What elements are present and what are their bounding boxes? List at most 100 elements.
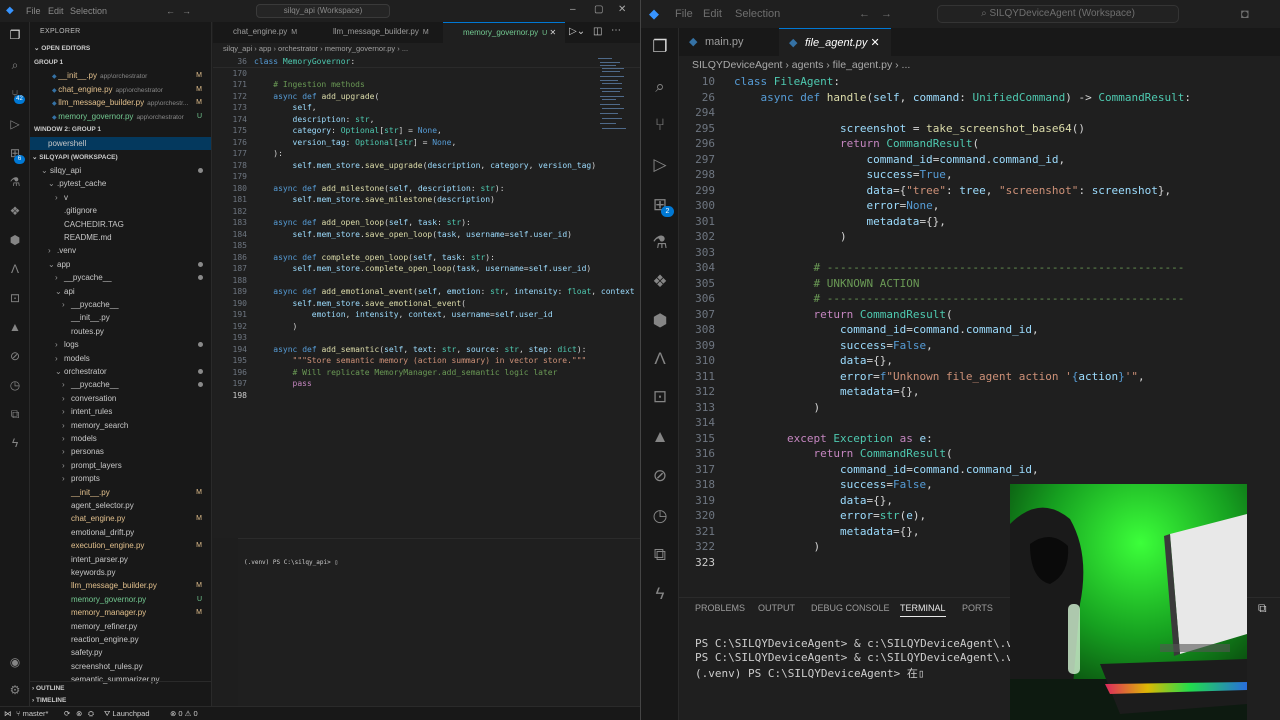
powershell-item[interactable]: powershell (30, 137, 211, 150)
tree-item[interactable]: .gitignore (30, 204, 211, 217)
left-terminal[interactable]: (.venv) PS C:\silqy_api> ▯ (238, 538, 640, 706)
account-icon[interactable]: ◉ (7, 654, 23, 670)
tree-item[interactable]: agent_selector.py (30, 499, 211, 512)
outline-header[interactable]: › OUTLINE (30, 681, 211, 694)
panel-tab-debug-console[interactable]: DEBUG CONSOLE (811, 603, 890, 613)
tab-main[interactable]: ◆ main.py (679, 28, 779, 56)
tree-item[interactable]: screenshot_rules.py (30, 660, 211, 673)
breadcrumb[interactable]: SILQYDeviceAgent › agents › file_agent.p… (692, 59, 910, 71)
nav-back-icon[interactable]: ← (166, 6, 175, 16)
docker-icon[interactable]: ▲ (649, 426, 671, 448)
tree-item[interactable]: safety.py (30, 646, 211, 659)
tab-chat-engine[interactable]: chat_engine.py M (213, 22, 321, 43)
open-editor-item[interactable]: ◆ llm_message_builder.py app\orchestr... M (30, 96, 211, 109)
menu-file[interactable]: File (26, 6, 41, 16)
docker-icon[interactable]: ▲ (7, 319, 23, 335)
remote-explorer-icon[interactable]: ⊡ (649, 386, 671, 408)
azure-icon[interactable]: Λ (649, 348, 671, 370)
testing-icon[interactable]: ⚗ (7, 174, 23, 190)
lightning-icon[interactable]: ϟ (649, 583, 671, 605)
tree-item[interactable]: › logs (30, 338, 211, 351)
nav-back-icon[interactable]: ← (859, 8, 870, 20)
python-icon[interactable]: ❖ (649, 271, 671, 293)
tree-item[interactable]: memory_manager.py M (30, 606, 211, 619)
tree-item[interactable]: › __pycache__ (30, 378, 211, 391)
branch-status[interactable]: ⑂ master* (16, 707, 48, 720)
publish-icon[interactable]: ⊗ (76, 707, 82, 720)
tree-item[interactable]: › personas (30, 445, 211, 458)
tree-item[interactable]: keywords.py (30, 566, 211, 579)
problems-status[interactable]: ⊗ 0 ⚠ 0 (170, 707, 198, 720)
tree-item[interactable]: › __pycache__ (30, 298, 211, 311)
minimize-icon[interactable]: – (570, 4, 576, 15)
tree-item[interactable]: routes.py (30, 325, 211, 338)
debug-icon[interactable]: ⛭ (88, 707, 94, 720)
split-editor-icon[interactable]: ◫ (593, 26, 602, 37)
tree-item[interactable]: README.md (30, 231, 211, 244)
tree-item[interactable]: reaction_engine.py (30, 633, 211, 646)
tree-item[interactable]: › v (30, 191, 211, 204)
remote-explorer-icon[interactable]: ⊡ (7, 290, 23, 306)
tree-item[interactable]: CACHEDIR.TAG (30, 218, 211, 231)
tree-item[interactable]: › __pycache__ (30, 271, 211, 284)
menu-file[interactable]: File (675, 8, 693, 20)
tree-item[interactable]: intent_parser.py (30, 553, 211, 566)
tree-item[interactable]: › intent_rules (30, 405, 211, 418)
python-icon[interactable]: ❖ (7, 203, 23, 219)
panel-tab-problems[interactable]: PROBLEMS (695, 603, 745, 613)
nav-forward-icon[interactable]: → (182, 6, 191, 16)
timer-icon[interactable]: ◷ (7, 377, 23, 393)
tree-item[interactable]: ⌄ api (30, 285, 211, 298)
search-icon[interactable]: ⌕ (649, 76, 671, 98)
azure-icon[interactable]: Λ (7, 261, 23, 277)
git-graph-icon[interactable]: ⊘ (649, 465, 671, 487)
panel-maximize-icon[interactable]: ⧉ (1258, 601, 1267, 616)
run-debug-icon[interactable]: ▷ (649, 154, 671, 176)
menu-selection[interactable]: Selection (70, 6, 107, 16)
tree-item[interactable]: emotional_drift.py (30, 526, 211, 539)
tree-item[interactable]: __init__.py (30, 311, 211, 324)
more-actions-icon[interactable]: ⋯ (611, 25, 621, 36)
share-icon[interactable]: ⧉ (7, 406, 23, 422)
tab-memory-governor[interactable]: memory_governor.py U ✕ (443, 22, 565, 43)
tree-item[interactable]: execution_engine.py M (30, 539, 211, 552)
open-editor-item[interactable]: ◆ __init__.py app\orchestrator M (30, 69, 211, 82)
tree-item[interactable]: › .venv (30, 244, 211, 257)
window-title[interactable]: ⌕ SILQYDeviceAgent (Workspace) (937, 5, 1179, 23)
open-editor-item[interactable]: ◆ chat_engine.py app\orchestrator M (30, 83, 211, 96)
tree-item[interactable]: › models (30, 432, 211, 445)
tree-item[interactable]: chat_engine.py M (30, 512, 211, 525)
tree-item[interactable]: ⌄ orchestrator (30, 365, 211, 378)
maximize-icon[interactable]: ▢ (594, 4, 603, 15)
container-icon[interactable]: ⬢ (649, 310, 671, 332)
tab-close-icon[interactable]: ✕ (549, 28, 556, 37)
lightning-icon[interactable]: ϟ (7, 435, 23, 451)
tab-file-agent[interactable]: ◆ file_agent.py ✕ (779, 28, 891, 56)
run-debug-icon[interactable]: ▷ (7, 116, 23, 132)
explorer-icon[interactable]: ❐ (649, 36, 671, 58)
menu-edit[interactable]: Edit (48, 6, 64, 16)
run-icon[interactable]: ▷⌄ (569, 26, 585, 37)
copilot-icon[interactable]: ◘ (1241, 6, 1249, 21)
tree-item[interactable]: llm_message_builder.py M (30, 579, 211, 592)
sync-icon[interactable]: ⟳ (64, 707, 70, 720)
menu-selection[interactable]: Selection (735, 8, 780, 20)
tree-item[interactable]: __init__.py M (30, 486, 211, 499)
testing-icon[interactable]: ⚗ (649, 232, 671, 254)
git-graph-icon[interactable]: ⊘ (7, 348, 23, 364)
menu-edit[interactable]: Edit (703, 8, 722, 20)
tree-item[interactable]: memory_refiner.py (30, 620, 211, 633)
tab-close-icon[interactable]: ✕ (870, 37, 879, 49)
explorer-icon[interactable]: ❐ (7, 27, 23, 43)
tree-item[interactable]: › conversation (30, 392, 211, 405)
panel-tab-output[interactable]: OUTPUT (758, 603, 795, 613)
tab-llm-message-builder[interactable]: llm_message_builder.py M (313, 22, 445, 43)
tree-item[interactable]: › memory_search (30, 419, 211, 432)
breadcrumb[interactable]: silqy_api › app › orchestrator › memory_… (223, 44, 408, 53)
panel-tab-terminal[interactable]: TERMINAL (900, 603, 946, 617)
nav-forward-icon[interactable]: → (881, 8, 892, 20)
manage-gear-icon[interactable]: ⚙ (7, 682, 23, 698)
minimap[interactable] (596, 56, 626, 146)
container-icon[interactable]: ⬢ (7, 232, 23, 248)
open-editor-item[interactable]: ◆ memory_governor.py app\orchestrator U (30, 110, 211, 123)
